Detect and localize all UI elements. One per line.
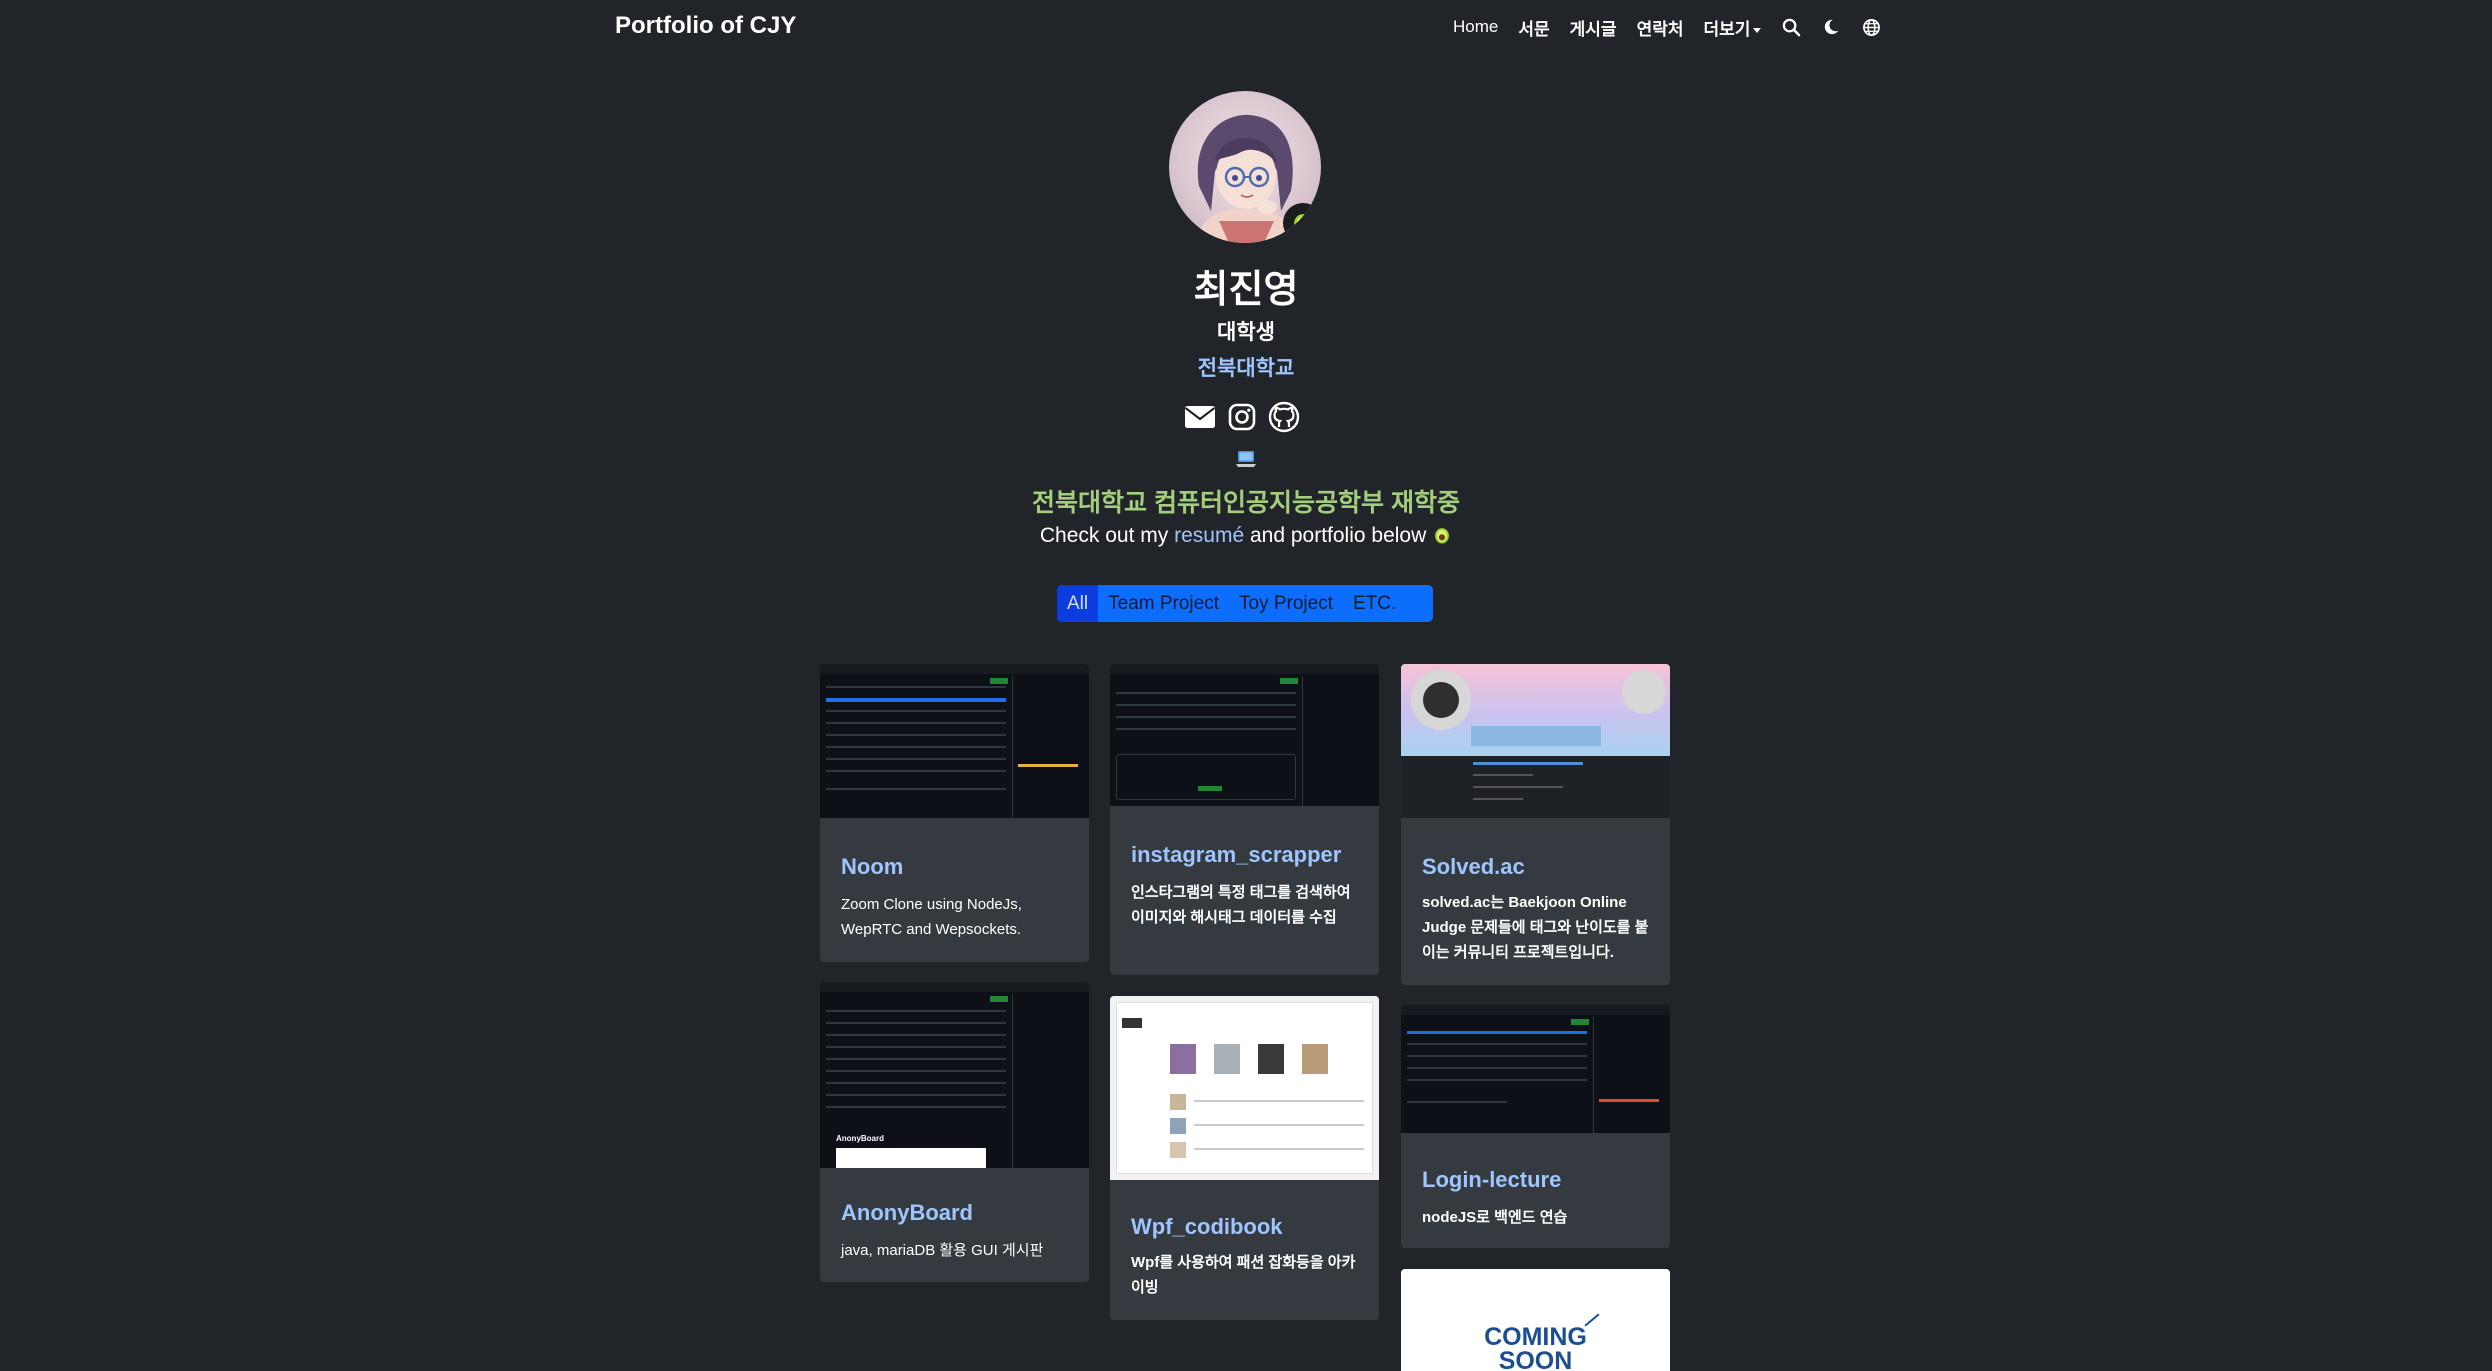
thumbnail-label: AnonyBoard xyxy=(836,1134,884,1143)
profile-role: 대학생 xyxy=(1217,321,1275,344)
project-card-coming-soon[interactable]: COMING SOON xyxy=(1401,1269,1670,1371)
nav-more-dropdown[interactable]: 더보기 xyxy=(1703,15,1762,40)
project-title[interactable]: Login-lecture xyxy=(1422,1167,1561,1193)
caret-down-icon xyxy=(1753,27,1762,33)
project-title[interactable]: Wpf_codibook xyxy=(1131,1214,1283,1240)
avocado-icon xyxy=(1435,528,1450,544)
project-card-solved-ac[interactable]: Solved.ac solved.ac는 Baekjoon Online Jud… xyxy=(1401,664,1670,985)
filter-all[interactable]: All xyxy=(1057,585,1099,622)
project-thumbnail xyxy=(1401,664,1670,818)
project-title[interactable]: instagram_scrapper xyxy=(1131,842,1341,868)
project-thumbnail: AnonyBoard xyxy=(820,982,1089,1168)
avocado-badge-icon xyxy=(1283,203,1321,243)
project-description: Zoom Clone using NodeJs, WepRTC and Weps… xyxy=(841,896,1022,938)
social-links xyxy=(1183,400,1301,434)
project-card-anonyboard[interactable]: AnonyBoard AnonyBoard java, mariaDB 활용 G… xyxy=(820,982,1089,1282)
coming-soon-text: COMING SOON xyxy=(1401,1325,1670,1371)
project-thumbnail xyxy=(1110,996,1379,1180)
laptop-icon xyxy=(1235,448,1257,470)
profile-name: 최진영 xyxy=(1193,269,1299,311)
project-thumbnail xyxy=(1401,1005,1670,1133)
brand-title[interactable]: Portfolio of CJY xyxy=(615,12,796,40)
intro-after: and portfolio below xyxy=(1244,524,1427,547)
nav-contact[interactable]: 연락처 xyxy=(1637,15,1684,40)
project-description: solved.ac는 Baekjoon Online Judge 문제들에 태그… xyxy=(1422,894,1649,961)
project-card-instagram-scrapper[interactable]: instagram_scrapper 인스타그램의 특정 태그를 검색하여 이미… xyxy=(1110,664,1379,975)
language-globe-icon[interactable] xyxy=(1861,17,1881,37)
nav-preface[interactable]: 서문 xyxy=(1518,15,1549,40)
tagline: 전북대학교 컴퓨터인공지능공학부 재학중 xyxy=(1032,489,1460,517)
profile-avatar-wrap xyxy=(1169,91,1321,243)
project-description: 인스타그램의 특정 태그를 검색하여 이미지와 해시태그 데이터를 수집 xyxy=(1131,884,1351,926)
project-title[interactable]: AnonyBoard xyxy=(841,1200,973,1226)
project-description: java, mariaDB 활용 GUI 게시판 xyxy=(841,1242,1044,1259)
instagram-icon[interactable] xyxy=(1225,400,1259,434)
nav-home[interactable]: Home xyxy=(1453,17,1498,37)
coming-soon-line2: SOON xyxy=(1498,1347,1573,1371)
coming-soon-line1: COMING xyxy=(1484,1323,1587,1351)
project-title[interactable]: Noom xyxy=(841,854,903,880)
search-icon[interactable] xyxy=(1781,17,1801,37)
resume-link[interactable]: resumé xyxy=(1174,524,1244,547)
project-description: Wpf를 사용하여 패션 잡화등을 아카이빙 xyxy=(1131,1254,1356,1296)
project-card-login-lecture[interactable]: Login-lecture nodeJS로 백엔드 연습 xyxy=(1401,1005,1670,1248)
intro-text: Check out my resumé and portfolio below xyxy=(0,524,2492,548)
nav-more-label: 더보기 xyxy=(1703,19,1751,39)
project-card-noom[interactable]: Noom Zoom Clone using NodeJs, WepRTC and… xyxy=(820,664,1089,962)
email-icon[interactable] xyxy=(1183,400,1217,434)
intro-before: Check out my xyxy=(1039,524,1175,547)
project-thumbnail xyxy=(820,664,1089,818)
avatar xyxy=(1169,91,1321,243)
project-thumbnail xyxy=(1110,664,1379,806)
project-card-wpf-codibook[interactable]: Wpf_codibook Wpf를 사용하여 패션 잡화등을 아카이빙 xyxy=(1110,996,1379,1320)
filter-toy-project[interactable]: Toy Project xyxy=(1229,585,1343,622)
dark-mode-moon-icon[interactable] xyxy=(1821,17,1841,37)
project-filter: All Team Project Toy Project ETC. xyxy=(1057,585,1433,622)
filter-team-project[interactable]: Team Project xyxy=(1098,585,1229,622)
nav-posts[interactable]: 게시글 xyxy=(1570,15,1617,40)
nav-links: Home 서문 게시글 연락처 더보기 xyxy=(1453,14,1881,40)
filter-etc[interactable]: ETC. xyxy=(1343,585,1406,622)
project-title[interactable]: Solved.ac xyxy=(1422,854,1525,880)
profile-organization-link[interactable]: 전북대학교 xyxy=(0,352,2492,382)
navbar: Portfolio of CJY Home 서문 게시글 연락처 더보기 xyxy=(0,0,2492,52)
github-icon[interactable] xyxy=(1267,400,1301,434)
project-description: nodeJS로 백엔드 연습 xyxy=(1422,1209,1568,1226)
